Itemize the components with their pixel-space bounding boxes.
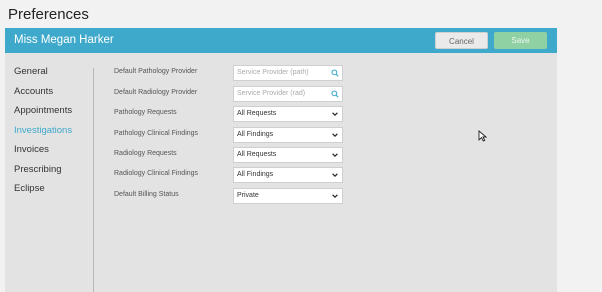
- search-icon[interactable]: [331, 69, 339, 77]
- chevron-down-icon: [332, 173, 338, 178]
- cancel-button[interactable]: Cancel: [435, 32, 488, 49]
- search-icon[interactable]: [331, 90, 339, 98]
- sidebar-item-investigations[interactable]: Investigations: [14, 125, 72, 145]
- pathology-provider-label: Default Pathology Provider: [114, 68, 198, 75]
- radiology-requests-value: All Requests: [237, 151, 277, 158]
- mouse-pointer-icon: [478, 130, 487, 142]
- radiology-provider-input[interactable]: Service Provider (rad): [233, 86, 343, 102]
- billing-status-label: Default Billing Status: [114, 191, 179, 198]
- pathology-requests-value: All Requests: [237, 110, 277, 117]
- billing-status-select[interactable]: Private: [233, 188, 343, 204]
- sidebar-item-accounts[interactable]: Accounts: [14, 86, 72, 106]
- pathology-provider-placeholder: Service Provider (path): [237, 69, 309, 76]
- chevron-down-icon: [332, 153, 338, 158]
- pathology-findings-label: Pathology Clinical Findings: [114, 130, 199, 137]
- pathology-requests-label: Pathology Requests: [114, 109, 177, 116]
- chevron-down-icon: [332, 194, 338, 199]
- sidebar-item-eclipse[interactable]: Eclipse: [14, 183, 72, 203]
- billing-status-value: Private: [237, 192, 259, 199]
- pathology-findings-select[interactable]: All Findings: [233, 127, 343, 143]
- page-title: Preferences: [8, 6, 89, 23]
- radiology-findings-label: Radiology Clinical Findings: [114, 170, 199, 177]
- preferences-panel: General Accounts Appointments Investigat…: [5, 53, 557, 292]
- pathology-provider-input[interactable]: Service Provider (path): [233, 65, 343, 81]
- patient-header: Miss Megan Harker Cancel Save: [5, 28, 557, 53]
- sidebar-item-general[interactable]: General: [14, 66, 72, 86]
- radiology-requests-label: Radiology Requests: [114, 150, 177, 157]
- radiology-provider-label: Default Radiology Provider: [114, 89, 198, 96]
- sidebar-item-appointments[interactable]: Appointments: [14, 105, 72, 125]
- radiology-provider-placeholder: Service Provider (rad): [237, 90, 306, 97]
- sidebar-nav: General Accounts Appointments Investigat…: [14, 66, 72, 203]
- patient-name: Miss Megan Harker: [14, 34, 114, 46]
- chevron-down-icon: [332, 112, 338, 117]
- radiology-requests-select[interactable]: All Requests: [233, 147, 343, 163]
- sidebar-divider: [93, 68, 94, 292]
- chevron-down-icon: [332, 133, 338, 138]
- pathology-findings-value: All Findings: [237, 131, 274, 138]
- radiology-findings-value: All Findings: [237, 171, 274, 178]
- pathology-requests-select[interactable]: All Requests: [233, 106, 343, 122]
- save-button[interactable]: Save: [494, 32, 547, 49]
- sidebar-item-invoices[interactable]: Invoices: [14, 144, 72, 164]
- sidebar-item-prescribing[interactable]: Prescribing: [14, 164, 72, 184]
- radiology-findings-select[interactable]: All Findings: [233, 167, 343, 183]
